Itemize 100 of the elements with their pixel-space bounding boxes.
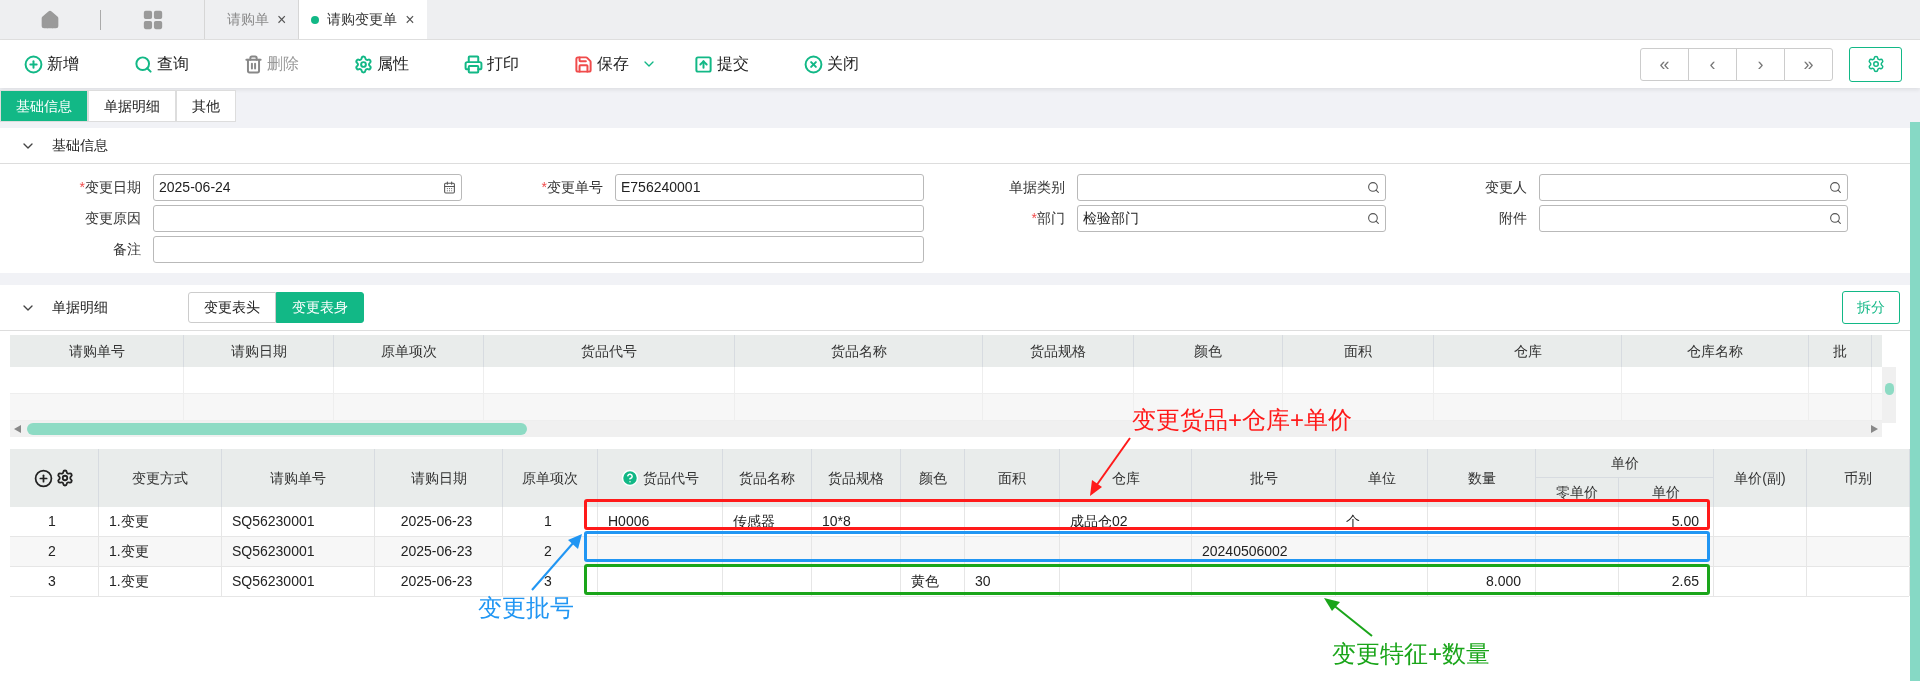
- tab-label: 请购变更单: [327, 10, 398, 29]
- nav-button[interactable]: ›: [1736, 47, 1785, 81]
- search-icon: [1367, 212, 1380, 225]
- column-header: 批: [1809, 335, 1872, 367]
- field-label: 部门: [1037, 209, 1065, 228]
- trash-icon: [244, 54, 263, 74]
- nav-button[interactable]: «: [1640, 47, 1689, 81]
- field-label: 变更原因: [85, 209, 141, 228]
- text-field[interactable]: E756240001: [615, 174, 924, 201]
- table-cell-text: 1: [48, 512, 56, 531]
- column-header: 仓库: [1434, 335, 1622, 367]
- required-mark: *: [79, 178, 85, 197]
- scroll-right-icon[interactable]: [1871, 425, 1878, 433]
- nav-button[interactable]: ‹: [1688, 47, 1737, 81]
- table-cell-text: 传感器: [733, 512, 775, 531]
- search-icon: [1829, 212, 1842, 225]
- help-icon[interactable]: [621, 469, 639, 487]
- settings-icon[interactable]: [56, 469, 74, 487]
- field-label: 附件: [1499, 209, 1527, 228]
- lookup-field[interactable]: [1077, 174, 1386, 201]
- column-header: 货品代号: [484, 335, 735, 367]
- table-cell-text: 1.变更: [109, 512, 149, 531]
- vertical-scrollbar[interactable]: [1882, 367, 1896, 423]
- toggle-button[interactable]: 变更表头: [188, 292, 276, 323]
- table-cell-text: 30: [975, 572, 991, 591]
- required-mark: *: [1031, 209, 1037, 228]
- scroll-left-icon[interactable]: [14, 425, 21, 433]
- settings-button[interactable]: [1849, 46, 1902, 82]
- field-label: 单据类别: [1009, 178, 1065, 197]
- search-icon: [134, 54, 153, 74]
- apps-icon[interactable]: [141, 8, 164, 31]
- section-tab[interactable]: 单据明细: [88, 90, 176, 122]
- nav-button[interactable]: »: [1784, 47, 1833, 81]
- annotation-arrow: [528, 532, 584, 592]
- toolbar-button[interactable]: 属性: [354, 48, 464, 80]
- column-header: 颜色: [1134, 335, 1283, 367]
- table-cell-text: 20240506002: [1202, 542, 1288, 561]
- settings-icon: [1866, 55, 1885, 73]
- section-title: 基础信息: [52, 136, 108, 155]
- table-cell-text: 1.变更: [109, 542, 149, 561]
- field-label: 备注: [113, 240, 141, 259]
- table-cell-text: 3: [48, 572, 56, 591]
- lookup-field[interactable]: [1539, 205, 1848, 232]
- close-icon[interactable]: ×: [405, 7, 415, 32]
- table-cell-text: SQ56230001: [232, 512, 315, 531]
- annotation-arrow: [1322, 596, 1374, 638]
- column-header: 仓库名称: [1622, 335, 1809, 367]
- lookup-field[interactable]: 检验部门: [1077, 205, 1386, 232]
- table-cell-text: SQ56230001: [232, 542, 315, 561]
- add-icon: [24, 54, 43, 74]
- table-cell-text: H0006: [608, 512, 650, 531]
- toolbar-button[interactable]: 查询: [134, 48, 244, 80]
- column-header: 原单项次: [334, 335, 484, 367]
- table-cell-text: 黄色: [911, 572, 939, 591]
- column-header: 货品名称: [735, 335, 983, 367]
- required-mark: *: [541, 178, 547, 197]
- annotation-label: 变更批号: [478, 593, 574, 623]
- page-tab[interactable]: 请购变更单 ×: [298, 0, 427, 39]
- column-header: 货品规格: [983, 335, 1134, 367]
- close-icon[interactable]: ×: [277, 7, 287, 32]
- home-icon[interactable]: [40, 9, 60, 30]
- field-label: 变更日期: [85, 178, 141, 197]
- calendar-icon: [443, 181, 456, 194]
- table-cell-text: 2: [544, 542, 552, 561]
- add-icon[interactable]: [34, 468, 53, 488]
- toolbar-button[interactable]: 关闭: [804, 48, 914, 80]
- table-cell-text: 8.000: [1485, 572, 1521, 591]
- search-icon: [1367, 181, 1380, 194]
- table-cell-text: 2: [48, 542, 56, 561]
- annotation-label: 变更货品+仓库+单价: [1132, 405, 1353, 435]
- upload-icon: [694, 54, 713, 74]
- section-tab[interactable]: 其他: [176, 90, 236, 122]
- lookup-field[interactable]: [1539, 174, 1848, 201]
- table-cell-text: 10*8: [822, 512, 851, 531]
- column-header: 请购单号: [10, 335, 184, 367]
- column-header: 单价: [1536, 449, 1713, 478]
- table-cell-text: 2025-06-23: [400, 572, 473, 591]
- table-cell-text: 2025-06-23: [400, 542, 473, 561]
- table-cell-text: 2.65: [1671, 572, 1699, 591]
- text-field[interactable]: [153, 236, 924, 263]
- save-icon: [574, 54, 593, 74]
- table-cell-text: 3: [544, 572, 552, 591]
- table-cell-text: 1: [544, 512, 552, 531]
- date-field[interactable]: 2025-06-24: [153, 174, 462, 201]
- table-cell-text: 1.变更: [109, 572, 149, 591]
- toolbar-button[interactable]: 打印: [464, 48, 574, 80]
- page-scrollbar[interactable]: [1910, 122, 1920, 681]
- table-cell-text: 个: [1346, 512, 1360, 531]
- column-header: 请购日期: [184, 335, 334, 367]
- toolbar-button[interactable]: 提交: [694, 48, 804, 80]
- table-cell-text: 5.00: [1671, 512, 1699, 531]
- tab-label: 请购单: [226, 10, 269, 29]
- toolbar-button[interactable]: 保存: [574, 48, 694, 80]
- toolbar-button[interactable]: 新增: [24, 48, 134, 80]
- settings-icon: [354, 54, 373, 74]
- text-field[interactable]: [153, 205, 924, 232]
- table-cell-text: 2025-06-23: [400, 512, 473, 531]
- search-icon: [1829, 181, 1842, 194]
- field-label: 变更人: [1485, 178, 1527, 197]
- field-label: 变更单号: [547, 178, 603, 197]
